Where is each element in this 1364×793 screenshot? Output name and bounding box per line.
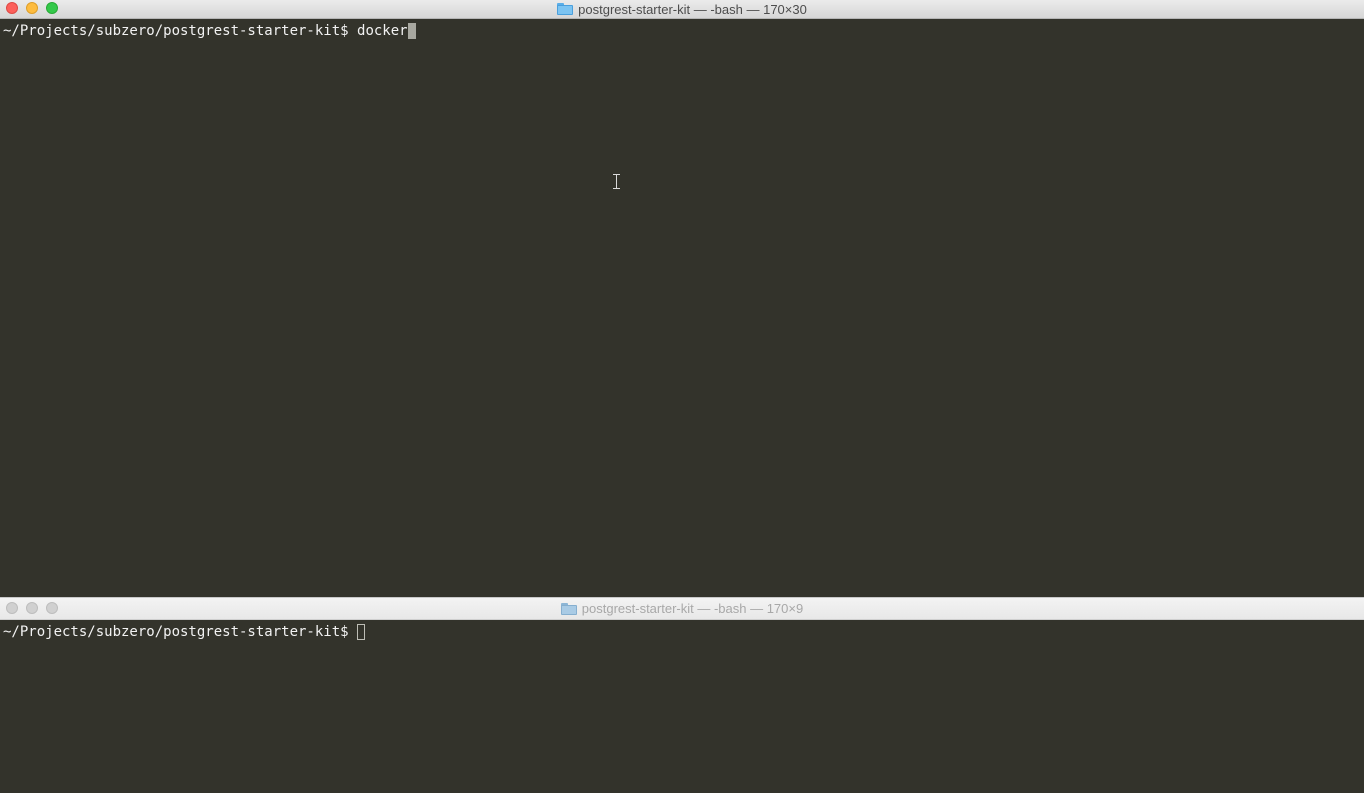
typed-command: docker [357,23,408,39]
folder-icon [557,3,574,15]
window-title: postgrest-starter-kit — -bash — 170×9 [581,601,804,616]
command-line: ~/Projects/subzero/postgrest-starter-kit… [3,624,366,640]
window-title: postgrest-starter-kit — -bash — 170×30 [578,1,807,17]
shell-prompt: ~/Projects/subzero/postgrest-starter-kit… [3,624,358,640]
text-cursor [357,624,366,640]
folder-icon [560,602,577,615]
terminal-window-top[interactable]: postgrest-starter-kit — -bash — 170×30 ~… [0,0,1364,597]
window-title-group: postgrest-starter-kit — -bash — 170×9 [0,598,1364,619]
window-title-group: postgrest-starter-kit — -bash — 170×30 [0,0,1364,18]
titlebar-top[interactable]: postgrest-starter-kit — -bash — 170×30 [0,0,1364,19]
command-line: ~/Projects/subzero/postgrest-starter-kit… [3,23,416,39]
shell-prompt: ~/Projects/subzero/postgrest-starter-kit… [3,23,358,39]
terminal-pane-top[interactable]: ~/Projects/subzero/postgrest-starter-kit… [0,19,1364,597]
ibeam-cursor-icon [612,174,621,189]
titlebar-bottom[interactable]: postgrest-starter-kit — -bash — 170×9 [0,597,1364,620]
text-cursor [407,23,416,39]
terminal-pane-bottom[interactable]: ~/Projects/subzero/postgrest-starter-kit… [0,620,1364,793]
terminal-window-bottom[interactable]: postgrest-starter-kit — -bash — 170×9 ~/… [0,597,1364,793]
